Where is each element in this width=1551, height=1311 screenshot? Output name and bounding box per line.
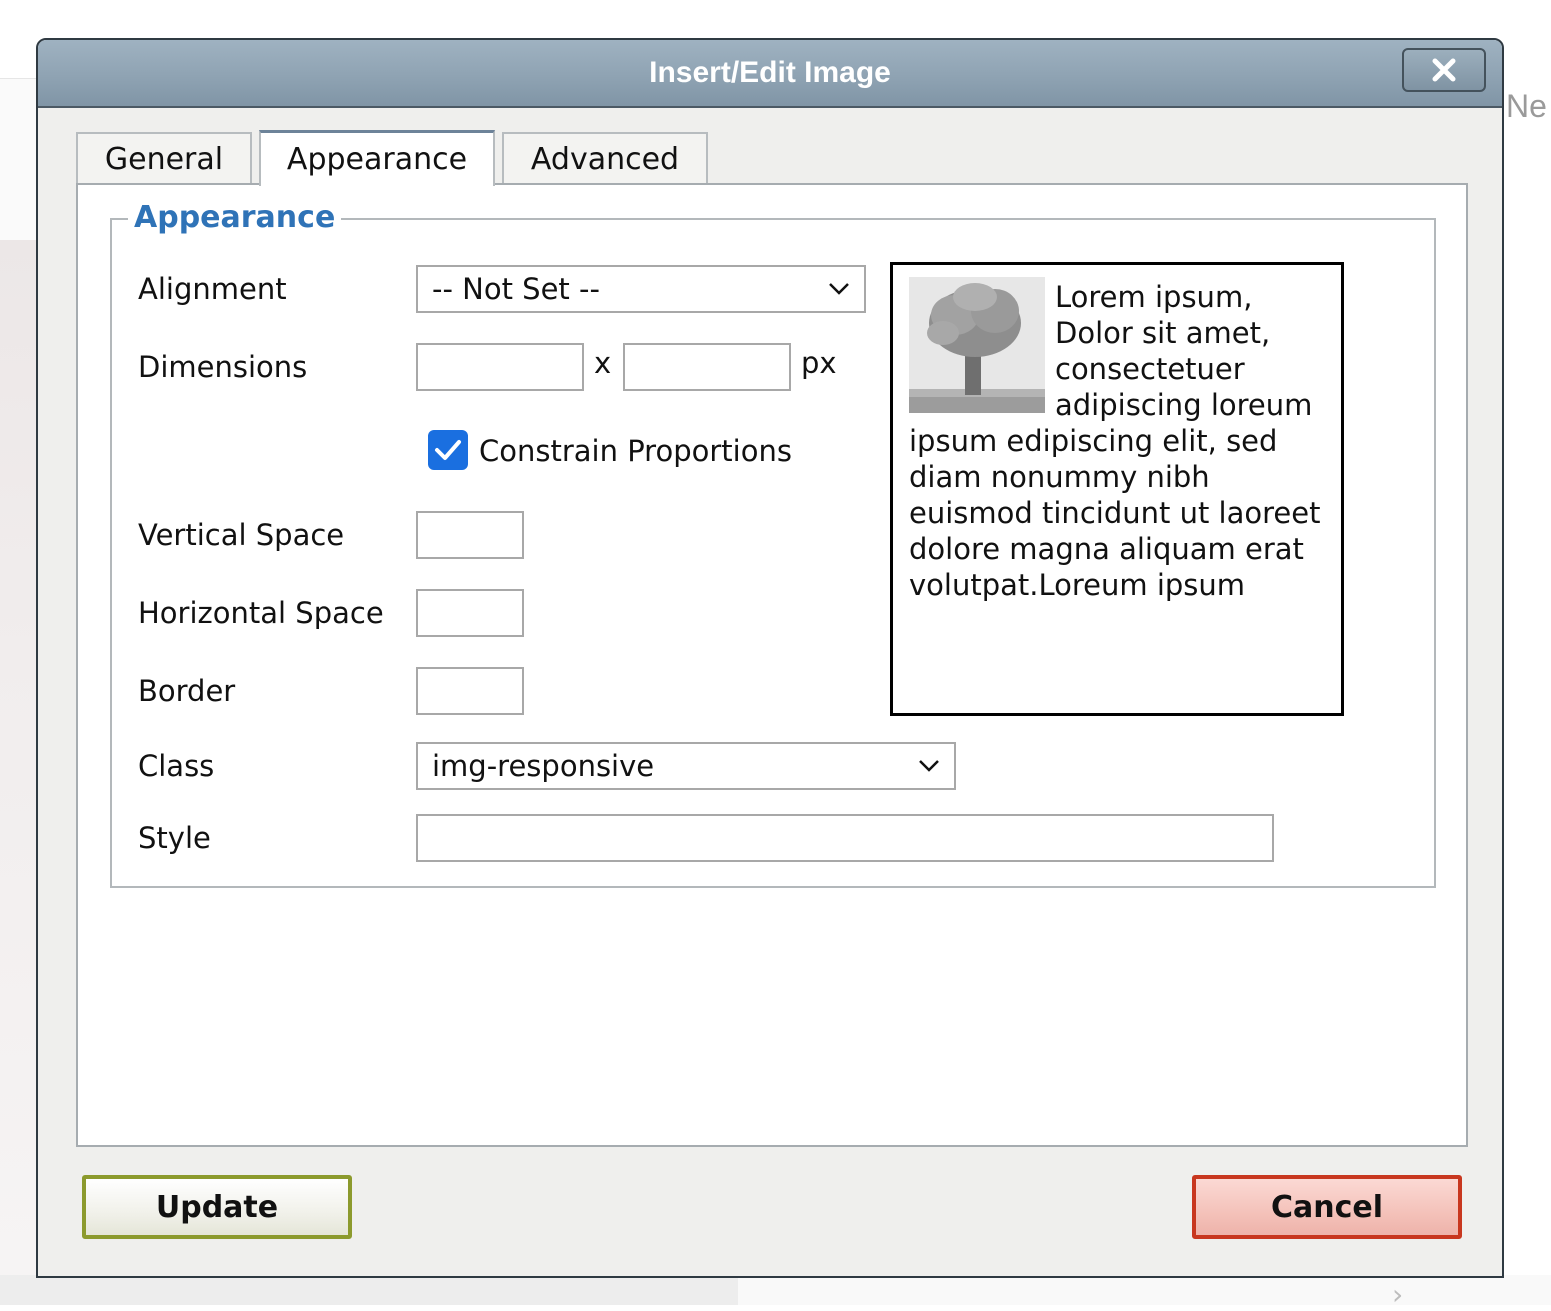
fieldset-legend: Appearance <box>128 200 342 235</box>
dialog-titlebar[interactable]: Insert/Edit Image <box>38 40 1502 108</box>
alignment-preview: Lorem ipsum, Dolor sit amet, consectetue… <box>890 262 1344 716</box>
border-label: Border <box>138 674 236 708</box>
appearance-panel: Appearance Alignment -- Not Set -- Dimen… <box>76 183 1468 1147</box>
horizontal-space-input[interactable] <box>416 589 524 637</box>
tab-appearance[interactable]: Appearance <box>259 130 495 186</box>
class-selected-value: img-responsive <box>432 749 655 783</box>
alignment-select[interactable]: -- Not Set -- <box>416 265 866 313</box>
chevron-down-icon <box>829 283 849 295</box>
width-input[interactable] <box>416 343 584 391</box>
tab-general[interactable]: General <box>76 132 252 184</box>
dialog-title: Insert/Edit Image <box>649 56 891 89</box>
appearance-fieldset: Appearance Alignment -- Not Set -- Dimen… <box>110 200 1436 888</box>
alignment-label: Alignment <box>138 272 287 306</box>
close-button[interactable] <box>1402 48 1486 92</box>
alignment-selected-value: -- Not Set -- <box>432 272 600 306</box>
style-input[interactable] <box>416 814 1274 862</box>
constrain-proportions-label[interactable]: Constrain Proportions <box>479 434 792 468</box>
tree-image <box>909 277 1045 413</box>
tab-advanced[interactable]: Advanced <box>502 132 708 184</box>
background-page-text: Ne <box>1506 88 1547 124</box>
update-button-label: Update <box>155 1189 279 1225</box>
dimensions-unit: px <box>801 346 837 380</box>
vertical-space-input[interactable] <box>416 511 524 559</box>
tab-label: Advanced <box>530 141 680 177</box>
cancel-button-label: Cancel <box>1270 1189 1384 1225</box>
check-icon <box>435 440 461 460</box>
chevron-right-icon: › <box>1392 1278 1404 1311</box>
update-button[interactable]: Update <box>82 1175 352 1239</box>
dimensions-separator: x <box>594 346 612 380</box>
class-select[interactable]: img-responsive <box>416 742 956 790</box>
insert-edit-image-dialog: Insert/Edit Image General Appearance Adv… <box>36 38 1504 1278</box>
height-input[interactable] <box>623 343 791 391</box>
cancel-button[interactable]: Cancel <box>1192 1175 1462 1239</box>
horizontal-space-label: Horizontal Space <box>138 596 384 630</box>
style-label: Style <box>138 821 211 855</box>
border-input[interactable] <box>416 667 524 715</box>
background-page-footer-right <box>738 1275 1551 1305</box>
tab-label: Appearance <box>286 142 468 177</box>
tab-label: General <box>104 141 224 177</box>
class-label: Class <box>138 749 215 783</box>
chevron-down-icon <box>919 760 939 772</box>
vertical-space-label: Vertical Space <box>138 518 345 552</box>
constrain-proportions-checkbox[interactable] <box>428 430 468 470</box>
close-icon <box>1432 58 1456 82</box>
dimensions-label: Dimensions <box>138 350 308 384</box>
